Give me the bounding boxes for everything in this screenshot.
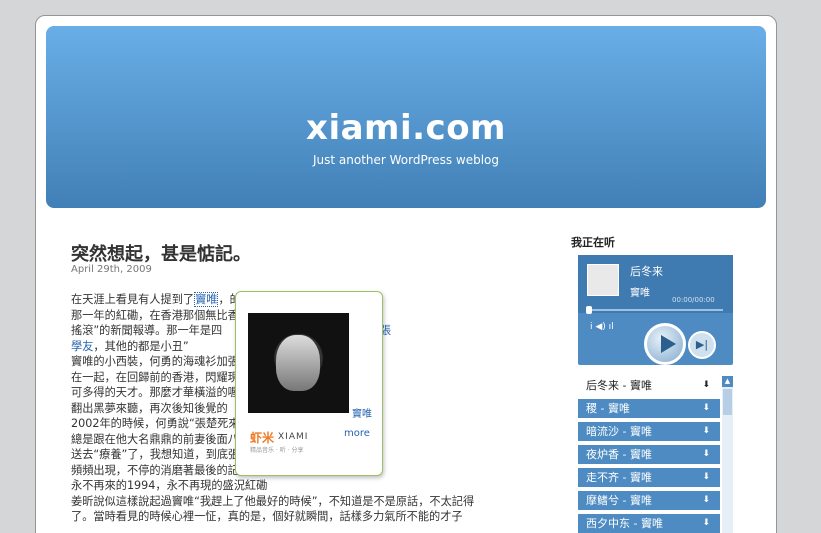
player-song: 后冬来 [630, 265, 663, 278]
post-text: 送去“療養”了，我想知道，到底 [71, 448, 229, 461]
post-text: 總是跟在他大名鼎鼎的前妻後面 [71, 432, 228, 446]
popup-artist-link[interactable]: 竇唯 [352, 405, 372, 420]
scroll-thumb[interactable] [723, 389, 732, 415]
post-text: 了。當時看見的時候心裡一怔，真的是，個好就瞬間，話樣多力氣所不能的才子 [71, 510, 463, 523]
playlist-item[interactable]: 后冬来 - 竇唯 ⬇ [578, 376, 720, 395]
playlist-item-label: 走不齐 - 竇唯 [586, 471, 652, 484]
post-line: 了。當時看見的時候心裡一怔，真的是，個好就瞬間，話樣多力氣所不能的才子 [71, 509, 523, 525]
download-icon[interactable]: ⬇ [702, 445, 710, 464]
post-text: 姜昕說似這樣說起過竇唯“我趕上了他最好的時候”，不知道是不是原話，不太記得 [71, 494, 475, 508]
download-icon[interactable]: ⬇ [702, 376, 710, 395]
playlist-item-label: 夜炉香 - 竇唯 [586, 448, 652, 461]
xiami-subtitle: 精品音乐 · 听 · 分享 [250, 447, 304, 454]
xiami-logo-text: XIAMI [278, 432, 309, 442]
player-time: 00:00/00:00 [672, 296, 715, 304]
playlist-item-label: 摩鳍兮 - 竇唯 [586, 494, 652, 507]
popup-more-link[interactable]: more [344, 428, 370, 439]
playlist-item[interactable]: 暗流沙 - 竇唯 ⬇ [578, 422, 720, 441]
download-icon[interactable]: ⬇ [702, 514, 710, 533]
post-text: 那一年的紅磡，在香港那個無比 [71, 308, 228, 322]
post-link[interactable]: 竇唯 [194, 292, 219, 307]
playlist-item[interactable]: 走不齐 - 竇唯 ⬇ [578, 468, 720, 487]
playlist-item-label: 西夕中东 - 竇唯 [586, 517, 663, 530]
next-icon[interactable]: ▶| [688, 331, 716, 359]
playlist-item-label: 稷 - 竇唯 [586, 402, 630, 415]
post-text: 在一起，在回歸前的香港，閃耀 [71, 370, 228, 384]
playlist-item[interactable]: 稷 - 竇唯 ⬇ [578, 399, 720, 418]
download-icon[interactable]: ⬇ [702, 468, 710, 487]
site-title[interactable]: xiami.com [46, 108, 766, 148]
post-text: ，其他的都是小丑” [93, 339, 189, 353]
site-header: xiami.com Just another WordPress weblog [46, 26, 766, 208]
post-text: 2002年的時候，何勇說“張楚死 [71, 417, 229, 430]
playlist-scrollbar[interactable]: ▲ [722, 376, 733, 533]
site-description: Just another WordPress weblog [312, 153, 499, 167]
playlist-item[interactable]: 夜炉香 - 竇唯 ⬇ [578, 445, 720, 464]
player-artist: 竇唯 [630, 288, 650, 299]
post-text: 可多得的天才。那麼才華橫溢的 [71, 386, 228, 399]
post-link[interactable]: 學友 [71, 340, 93, 353]
play-button[interactable] [644, 323, 686, 365]
download-icon[interactable]: ⬇ [702, 399, 710, 418]
progress-bar[interactable] [588, 309, 723, 311]
post-text: 在天涯上看見有人提到了 [71, 293, 195, 306]
album-cover [587, 264, 619, 296]
download-icon[interactable]: ⬇ [702, 491, 710, 510]
playlist: 后冬来 - 竇唯 ⬇ 稷 - 竇唯 ⬇ 暗流沙 - 竇唯 ⬇ 夜炉香 - 竇唯 ⬇ 走不齐 - … [578, 376, 720, 533]
post-date: April 29th, 2009 [71, 264, 152, 275]
sidebar-title: 我正在听 [571, 236, 615, 249]
xiami-logo: 虾米 [250, 431, 275, 445]
post-text: 竇唯的小西裝，何勇的海魂衫加 [71, 355, 228, 368]
music-player: 后冬来 竇唯 00:00/00:00 i ◀) ıl ▶| [578, 255, 733, 365]
post-title[interactable]: 突然想起，甚是惦記。 [71, 240, 251, 266]
playlist-item-label: 后冬来 - 竇唯 [586, 379, 652, 392]
post-line: 永不再來的1994，永不再現的盛況紅磡 [71, 478, 523, 494]
playlist-item[interactable]: 西夕中东 - 竇唯 ⬇ [578, 514, 720, 533]
playlist-item-label: 暗流沙 - 竇唯 [586, 425, 652, 438]
progress-knob[interactable] [586, 306, 592, 314]
scroll-up-icon[interactable]: ▲ [722, 376, 733, 387]
download-icon[interactable]: ⬇ [702, 422, 710, 441]
artist-photo [248, 313, 349, 413]
post-text: 翻出黑夢來聽，再次後知後覺的 [71, 401, 228, 415]
artist-popup: 竇唯 虾米 XIAMI 精品音乐 · 听 · 分享 more [235, 291, 383, 476]
post-text: 搖滾”的新聞報導。那一年是四 [71, 324, 223, 337]
post-text: 永不再來的1994，永不再現的盛況紅磡 [71, 479, 268, 492]
player-controls[interactable]: i ◀) ıl [590, 322, 614, 332]
post-text: ， [218, 293, 230, 306]
post-line: 姜昕說似這樣說起過竇唯“我趕上了他最好的時候”，不知道是不是原話，不太記得 [71, 494, 523, 510]
playlist-item[interactable]: 摩鳍兮 - 竇唯 ⬇ [578, 491, 720, 510]
